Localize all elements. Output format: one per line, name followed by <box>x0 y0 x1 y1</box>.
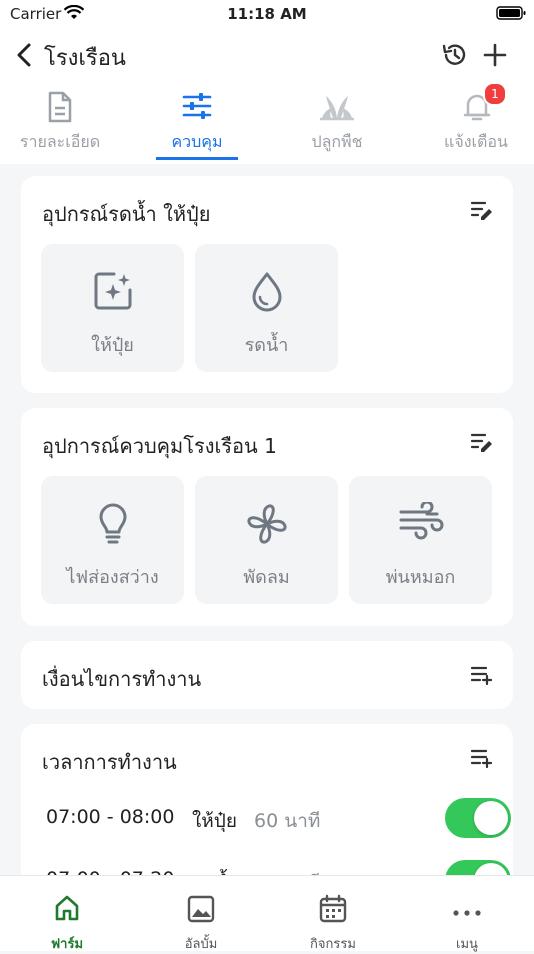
tab-label: ปลูกพืช <box>311 132 363 151</box>
tile-label: รดน้ำ <box>244 335 289 356</box>
add-to-list-icon[interactable] <box>470 665 493 689</box>
add-to-list-icon[interactable] <box>470 748 493 772</box>
tile-label: พ่นหมอก <box>385 567 456 588</box>
history-icon[interactable] <box>441 41 469 73</box>
bottom-tab-label: อัลบั้ม <box>184 937 218 952</box>
bottom-tab-album[interactable]: อัลบั้ม <box>134 876 268 952</box>
card-title: เงื่อนไขการทำงาน <box>42 667 202 691</box>
water-drop-icon <box>249 270 285 316</box>
tab-bar: รายละเอียด ควบคุม ปลูกพืช 1 แจ้งเตือน <box>0 80 534 164</box>
add-icon[interactable] <box>482 42 508 72</box>
fertilizer-tile[interactable]: ให้ปุ๋ย <box>41 244 184 372</box>
image-icon <box>186 894 216 928</box>
tile-label: พัดลม <box>243 567 290 588</box>
schedule-row[interactable]: 07:00 - 08:00 ให้ปุ๋ย 60 นาที <box>42 798 511 838</box>
toggle-knob <box>474 801 508 835</box>
bottom-tab-label: ฟาร์ม <box>50 937 84 952</box>
back-chevron-icon[interactable] <box>14 42 34 72</box>
schedule-action: ให้ปุ๋ย <box>192 810 237 832</box>
sliders-icon <box>181 90 213 126</box>
schedule-toggle[interactable] <box>445 798 511 838</box>
edit-list-icon[interactable] <box>470 200 493 224</box>
tab-details[interactable]: รายละเอียด <box>0 80 120 164</box>
plant-icon <box>319 90 355 126</box>
battery-icon <box>496 5 526 25</box>
fan-icon <box>245 502 289 550</box>
status-bar: Carrier 11:18 AM <box>0 0 534 30</box>
nav-bar: โรงเรือน <box>0 30 534 80</box>
home-icon <box>53 894 81 926</box>
tab-notifications[interactable]: 1 แจ้งเตือน <box>416 80 534 164</box>
bottom-tab-menu[interactable]: เมนู <box>400 876 534 952</box>
fertilizer-icon <box>92 270 134 316</box>
more-icon <box>452 902 482 921</box>
bottom-tab-label: กิจกรรม <box>310 937 356 952</box>
conditions-card[interactable]: เงื่อนไขการทำงาน <box>21 641 513 709</box>
notification-badge: 1 <box>483 82 507 106</box>
control-devices-card: อุปการณ์ควบคุมโรงเรือน 1 ไฟส่องสว่าง พัด… <box>21 408 513 626</box>
lighting-tile[interactable]: ไฟส่องสว่าง <box>41 476 184 604</box>
irrigation-card: อุปกรณ์รดน้ำ ให้ปุ๋ย ให้ปุ๋ย รดน้ำ <box>21 176 513 393</box>
clock: 11:18 AM <box>227 5 307 23</box>
mist-icon <box>397 500 445 546</box>
tile-label: ให้ปุ๋ย <box>91 335 134 356</box>
active-tab-indicator <box>156 157 238 160</box>
schedule-time: 07:00 - 08:00 <box>46 806 175 828</box>
bottom-tab-farm[interactable]: ฟาร์ม <box>0 876 134 952</box>
schedule-duration: 60 นาที <box>254 810 321 832</box>
card-title: อุปการณ์ควบคุมโรงเรือน 1 <box>42 434 277 458</box>
tab-planting[interactable]: ปลูกพืช <box>277 80 397 164</box>
edit-list-icon[interactable] <box>470 432 493 456</box>
tab-label: ควบคุม <box>171 132 223 151</box>
card-title: อุปกรณ์รดน้ำ ให้ปุ๋ย <box>42 202 211 226</box>
watering-tile[interactable]: รดน้ำ <box>195 244 338 372</box>
card-title: เวลาการทำงาน <box>42 750 177 774</box>
calendar-icon <box>318 894 348 928</box>
tile-label: ไฟส่องสว่าง <box>66 567 159 588</box>
bottom-tab-label: เมนู <box>456 937 478 952</box>
bottom-nav: ฟาร์ม อัลบั้ม กิจกรรม เมนู <box>0 875 534 952</box>
tab-label: รายละเอียด <box>19 132 101 151</box>
lightbulb-icon <box>95 502 131 550</box>
bottom-tab-activity[interactable]: กิจกรรม <box>266 876 400 952</box>
page-title: โรงเรือน <box>44 46 126 71</box>
mist-tile[interactable]: พ่นหมอก <box>349 476 492 604</box>
tab-label: แจ้งเตือน <box>444 132 508 151</box>
fan-tile[interactable]: พัดลม <box>195 476 338 604</box>
document-icon <box>44 90 76 128</box>
tab-control[interactable]: ควบคุม <box>137 80 257 164</box>
